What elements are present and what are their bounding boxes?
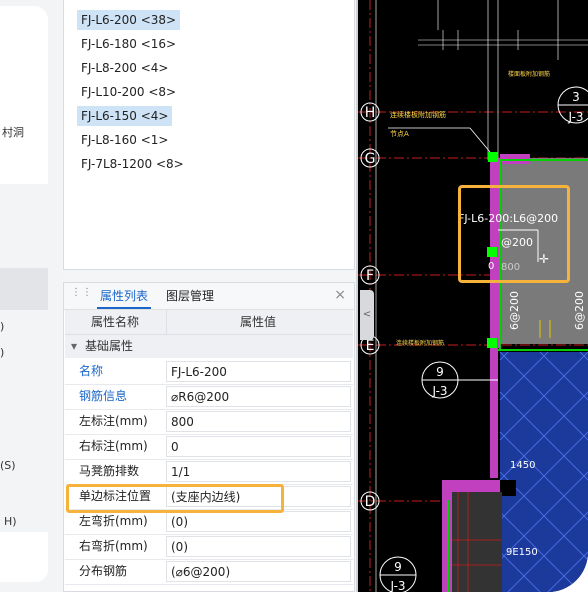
property-key: 左标注(mm) xyxy=(79,414,148,428)
column-block xyxy=(500,480,516,496)
axis-label-g: G xyxy=(365,151,376,167)
left-fragment: ) xyxy=(0,346,5,359)
axis-label-d: D xyxy=(365,494,376,510)
cad-drawing[interactable]: H G F E D 3 J-3 9 J-3 9 J-3 连续楼板附加钢筋 节点A… xyxy=(358,0,588,592)
property-key: 名称 xyxy=(79,364,104,378)
detail-bubble-ref: J-3 xyxy=(567,110,583,124)
vertical-dimension: 6@200 xyxy=(508,291,521,330)
property-tabs: ⋮⋮ 属性列表 图层管理 × xyxy=(64,283,354,310)
column-divider xyxy=(166,310,167,334)
left-fragment: 村洞 xyxy=(2,126,24,139)
detail-bubble-num: 9 xyxy=(436,365,444,379)
top-dimension-lines xyxy=(418,30,588,50)
legend-item[interactable]: FJ-L8-160 <1> xyxy=(77,130,172,150)
property-value-input[interactable]: FJ-L6-200 xyxy=(166,361,351,382)
property-key: 右弯折(mm) xyxy=(79,539,148,553)
middle-panel: FJ-L6-200 <38> FJ-L6-180 <16> FJ-L8-200 … xyxy=(63,0,356,592)
left-fragment: H) xyxy=(4,515,17,528)
left-fragment: (S) xyxy=(0,459,16,472)
note-text: 连续楼板附加钢筋 xyxy=(390,110,446,119)
close-icon[interactable]: × xyxy=(334,287,346,303)
room-dimension: 1450 xyxy=(510,460,535,471)
property-key: 钢筋信息 xyxy=(79,389,128,403)
note-text: 节点A xyxy=(390,130,409,138)
detail-bubble-num: 9 xyxy=(394,560,402,574)
property-value-input[interactable]: 800 xyxy=(166,411,351,432)
left-panel-card-bottom xyxy=(0,532,48,582)
property-value-input[interactable]: (0) xyxy=(166,536,351,557)
legend-item[interactable]: FJ-L6-200 <38> xyxy=(77,10,181,30)
property-value-input[interactable]: 1/1 xyxy=(166,461,351,482)
property-value-input[interactable]: ⌀R6@200 xyxy=(166,386,351,407)
panel-collapse-button[interactable]: < xyxy=(360,290,374,340)
axis-label-f: F xyxy=(366,268,374,284)
property-row[interactable]: 钢筋信息 ⌀R6@200 xyxy=(65,384,353,410)
detail-bubble-ref: J-3 xyxy=(431,384,447,398)
property-row[interactable]: 名称 FJ-L6-200 xyxy=(65,359,353,385)
vertical-dimension: 6@200 xyxy=(573,291,586,330)
node-marker xyxy=(488,152,498,162)
property-key: 分布钢筋 xyxy=(79,564,128,578)
legend-item[interactable]: FJ-7L8-1200 <8> xyxy=(77,154,188,174)
lower-wall xyxy=(452,492,502,592)
note-text: 楼面板附加钢筋 xyxy=(508,70,550,78)
cad-drawing-canvas[interactable]: H G F E D 3 J-3 9 J-3 9 J-3 连续楼板附加钢筋 节点A… xyxy=(358,0,588,592)
left-panel-strip: 村洞 ) ) (S) H) xyxy=(0,0,63,592)
left-panel-card: 村洞 xyxy=(0,6,48,184)
legend-item[interactable]: FJ-L10-200 <8> xyxy=(77,82,180,102)
property-group-basic[interactable]: ▾ 基础属性 xyxy=(65,335,353,358)
property-table-header: 属性名称 属性值 xyxy=(65,310,353,335)
left-selected-item[interactable] xyxy=(0,268,48,310)
property-value-input[interactable]: (0) xyxy=(166,511,351,532)
room-dimension: 9E150 xyxy=(506,547,538,558)
property-value-input[interactable]: 0 xyxy=(166,436,351,457)
property-row[interactable]: 右弯折(mm) (0) xyxy=(65,534,353,560)
node-marker xyxy=(487,338,497,348)
property-row[interactable]: 马凳筋排数 1/1 xyxy=(65,459,353,485)
property-panel: ⋮⋮ 属性列表 图层管理 × 属性名称 属性值 ▾ 基础属性 名称 FJ-L6-… xyxy=(63,282,355,592)
tab-layer-management[interactable]: 图层管理 xyxy=(166,283,214,309)
property-value-input[interactable]: (⌀6@200) xyxy=(166,561,351,582)
axis-label-h: H xyxy=(365,105,376,121)
detail-bubble-ref: J-3 xyxy=(389,579,405,592)
property-row[interactable]: 分布钢筋 (⌀6@200) xyxy=(65,559,353,585)
legend-item[interactable]: FJ-L6-180 <16> xyxy=(77,34,180,54)
property-key: 马凳筋排数 xyxy=(79,464,140,478)
axis-label-e: E xyxy=(366,338,375,354)
detail-bubble-num: 3 xyxy=(572,90,580,104)
drag-grip-icon[interactable]: ⋮⋮ xyxy=(71,288,92,302)
tab-property-list[interactable]: 属性列表 xyxy=(97,283,151,309)
property-key: 右标注(mm) xyxy=(79,439,148,453)
column-header-name: 属性名称 xyxy=(91,315,140,329)
property-row[interactable]: 左标注(mm) 800 xyxy=(65,409,353,435)
legend-item[interactable]: FJ-L6-150 <4> xyxy=(77,106,173,126)
canvas-highlight-box xyxy=(458,185,570,283)
rebar-legend-list: FJ-L6-200 <38> FJ-L6-180 <16> FJ-L8-200 … xyxy=(63,0,355,270)
column-header-value: 属性值 xyxy=(240,315,277,329)
annotation-highlight-box xyxy=(66,484,284,513)
left-fragment: ) xyxy=(0,320,5,333)
chevron-down-icon[interactable]: ▾ xyxy=(71,335,77,358)
property-group-label: 基础属性 xyxy=(85,339,134,353)
note-text: 连续楼板附加钢筋 xyxy=(396,339,444,347)
property-row[interactable]: 右标注(mm) 0 xyxy=(65,434,353,460)
legend-item[interactable]: FJ-L8-200 <4> xyxy=(77,58,172,78)
